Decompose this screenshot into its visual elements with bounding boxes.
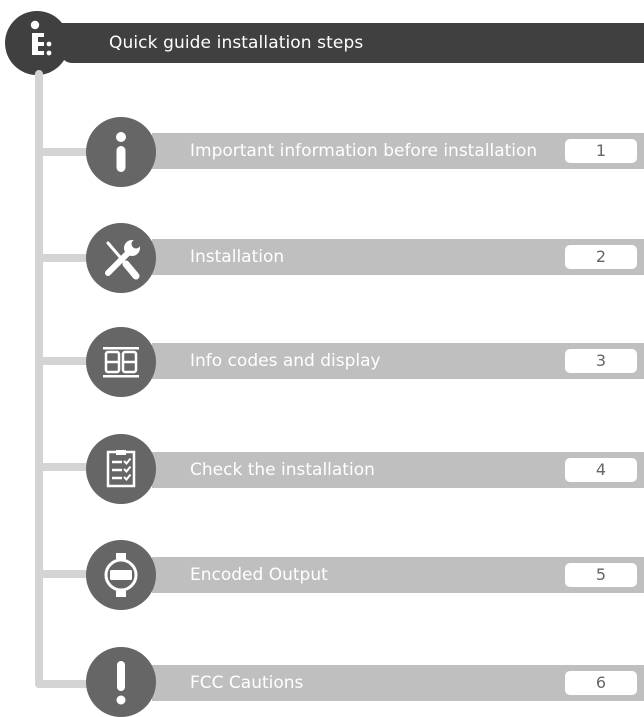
step-3-number: 3 (565, 349, 637, 373)
step-4-badge (86, 434, 156, 504)
step-4-label: Check the installation (190, 460, 375, 480)
step-2-badge (86, 223, 156, 293)
step-6-badge (86, 647, 156, 717)
tools-icon (105, 239, 141, 280)
exclamation-icon (116, 661, 126, 705)
connector-branch (35, 148, 93, 156)
connector-branch (35, 254, 93, 262)
step-4-number: 4 (565, 458, 637, 482)
step-5-number: 5 (565, 563, 637, 587)
step-2-label: Installation (190, 247, 285, 267)
header-badge (5, 11, 69, 75)
connector-branch (35, 357, 93, 365)
page-title: Quick guide installation steps (109, 33, 364, 53)
guide-steps-icon (30, 20, 52, 56)
info-icon (116, 132, 126, 172)
meter-icon (104, 553, 138, 597)
connector-branch (35, 463, 93, 471)
connector-branch (35, 570, 93, 578)
step-1-badge (86, 117, 156, 187)
step-2-number: 2 (565, 245, 637, 269)
step-1-number: 1 (565, 139, 637, 163)
step-6-number: 6 (565, 671, 637, 695)
step-3-label: Info codes and display (190, 351, 381, 371)
step-3-badge (86, 327, 156, 397)
step-6-label: FCC Cautions (190, 673, 304, 693)
connector-branch (35, 680, 93, 688)
step-1-label: Important information before installatio… (190, 141, 538, 161)
step-5-label: Encoded Output (190, 565, 328, 585)
connector-trunk (35, 70, 43, 688)
display-digits-icon (103, 347, 139, 378)
checklist-icon (106, 450, 136, 488)
step-5-badge (86, 540, 156, 610)
